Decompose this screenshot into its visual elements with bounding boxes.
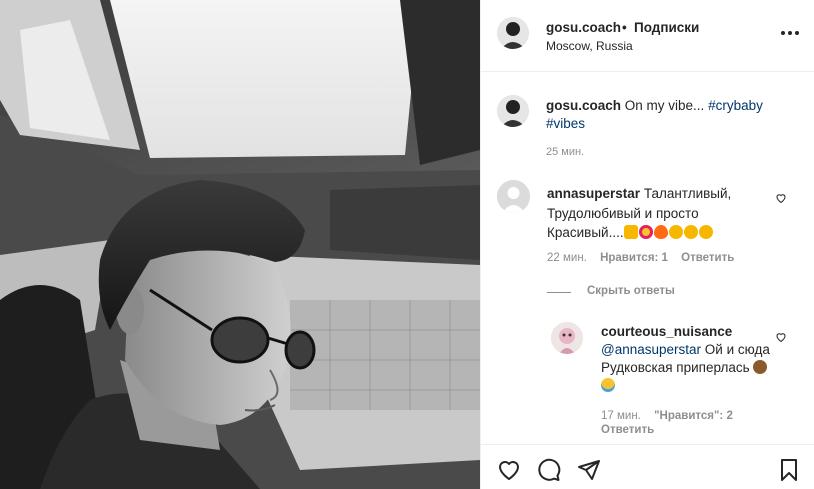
comment-meta: 22 мин. Нравится: 1 Ответить: [547, 252, 744, 264]
heart-icon[interactable]: [497, 458, 521, 482]
thumbs-up-emoji: [623, 225, 638, 239]
hashtag-link[interactable]: #crybaby: [708, 98, 763, 113]
comment-reply-button[interactable]: Ответить: [601, 424, 654, 436]
comment-likes-count[interactable]: "Нравится": 2: [654, 410, 733, 422]
commenter-username[interactable]: annasuperstar: [547, 186, 640, 201]
caption-avatar-image: [497, 95, 529, 127]
caption-body: On my vibe...: [624, 98, 705, 113]
fire-emoji: [653, 225, 668, 239]
post-header: gosu.coach • Подписки Moscow, Russia: [481, 0, 814, 72]
author-avatar-image: [497, 17, 529, 49]
default-avatar-icon: [497, 180, 530, 213]
comment-like-heart-icon[interactable]: [775, 192, 787, 204]
comment-likes-count[interactable]: Нравится: 1: [600, 252, 668, 264]
more-options-icon[interactable]: [781, 27, 799, 39]
comment-text: annasuperstar Талантливый, Трудолюбивый …: [547, 184, 747, 243]
comment-meta: 17 мин. "Нравится": 2 Ответить: [601, 409, 771, 437]
commenter-username[interactable]: courteous_nuisance: [601, 324, 732, 339]
commenter-avatar[interactable]: [551, 322, 583, 354]
action-bar: [481, 444, 814, 489]
clapping-hands-emoji: [683, 225, 698, 239]
commenter-avatar-image: [551, 322, 583, 354]
comment-timestamp[interactable]: 22 мин.: [547, 252, 587, 264]
caption-timestamp[interactable]: 25 мин.: [546, 146, 584, 158]
post-details-panel: gosu.coach • Подписки Moscow, Russia gos…: [480, 0, 814, 489]
caption-text: gosu.coach On my vibe... #crybaby #vibes: [546, 97, 786, 133]
comment-icon[interactable]: [537, 458, 561, 482]
post-photo[interactable]: [0, 0, 480, 489]
post-location[interactable]: Moscow, Russia: [546, 39, 633, 53]
author-avatar[interactable]: [497, 17, 529, 49]
commenter-avatar[interactable]: [497, 180, 530, 213]
hide-replies-button[interactable]: Скрыть ответы: [587, 285, 675, 297]
hashtag-link[interactable]: #vibes: [546, 116, 585, 131]
following-button[interactable]: Подписки: [634, 20, 699, 35]
star-struck-emoji: [638, 225, 653, 239]
author-username[interactable]: gosu.coach: [546, 20, 621, 35]
comment-text: courteous_nuisance @annasuperstar Ой и с…: [601, 323, 776, 395]
bookmark-icon[interactable]: [777, 458, 801, 482]
tears-of-joy-emoji: [601, 378, 615, 392]
caption-avatar[interactable]: [497, 95, 529, 127]
clapping-hands-emoji: [698, 225, 713, 239]
header-separator: •: [622, 20, 627, 35]
comment-timestamp[interactable]: 17 мин.: [601, 410, 641, 422]
replies-divider: [547, 292, 571, 293]
mention-link[interactable]: @annasuperstar: [601, 342, 701, 357]
comment-reply-button[interactable]: Ответить: [681, 252, 734, 264]
see-no-evil-monkey-emoji: [753, 360, 768, 374]
share-icon[interactable]: [577, 458, 601, 482]
comment-like-heart-icon[interactable]: [775, 331, 787, 343]
post-photo-image: [0, 0, 480, 489]
caption-username[interactable]: gosu.coach: [546, 98, 621, 113]
clapping-hands-emoji: [668, 225, 683, 239]
